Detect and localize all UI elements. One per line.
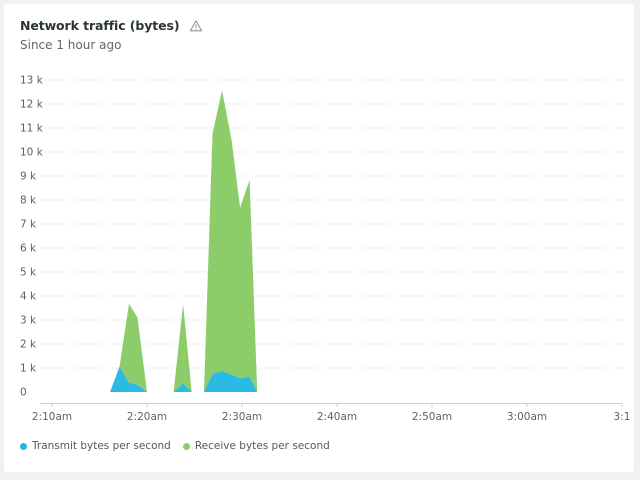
series-area-receive: [110, 90, 259, 393]
y-tick-label: 7 k: [20, 219, 37, 231]
y-tick-label: 1 k: [20, 363, 37, 375]
y-tick-label: 4 k: [20, 291, 37, 303]
x-tick-label: 2:20am: [127, 411, 167, 423]
y-tick-label: 10 k: [20, 147, 44, 159]
y-tick-label: 11 k: [20, 123, 44, 135]
y-tick-label: 13 k: [20, 75, 44, 87]
legend-label-receive: Receive bytes per second: [194, 440, 330, 452]
legend-item-transmit[interactable]: Transmit bytes per second: [20, 440, 171, 452]
y-tick-label: 3 k: [20, 315, 37, 327]
x-tick-label: 2:40am: [317, 411, 357, 423]
y-tick-label: 6 k: [20, 243, 37, 255]
legend-dot-transmit: [20, 442, 27, 450]
legend-label-transmit: Transmit bytes per second: [32, 440, 171, 452]
x-tick-label: 2:30am: [222, 411, 262, 423]
y-tick-label: 8 k: [20, 195, 37, 207]
x-tick-label: 3:1: [614, 411, 631, 423]
legend-item-receive[interactable]: Receive bytes per second: [182, 440, 330, 452]
y-tick-label: 2 k: [20, 339, 37, 351]
chart-legend: Transmit bytes per second Receive bytes …: [20, 440, 342, 452]
network-traffic-chart: 0 1 k 2 k 3 k 4 k 5 k 6 k 7 k 8 k 9 k 10 k 11 k 12 k…: [20, 75, 631, 424]
x-tick-label: 3:00am: [507, 411, 547, 423]
y-tick-label: 0: [20, 387, 27, 399]
y-tick-label: 9 k: [20, 171, 37, 183]
x-tick-label: 2:10am: [32, 411, 72, 423]
y-tick-label: 12 k: [20, 99, 44, 111]
x-tick-label: 2:50am: [412, 411, 452, 423]
legend-dot-receive: [182, 442, 190, 450]
y-tick-label: 5 k: [20, 267, 37, 279]
